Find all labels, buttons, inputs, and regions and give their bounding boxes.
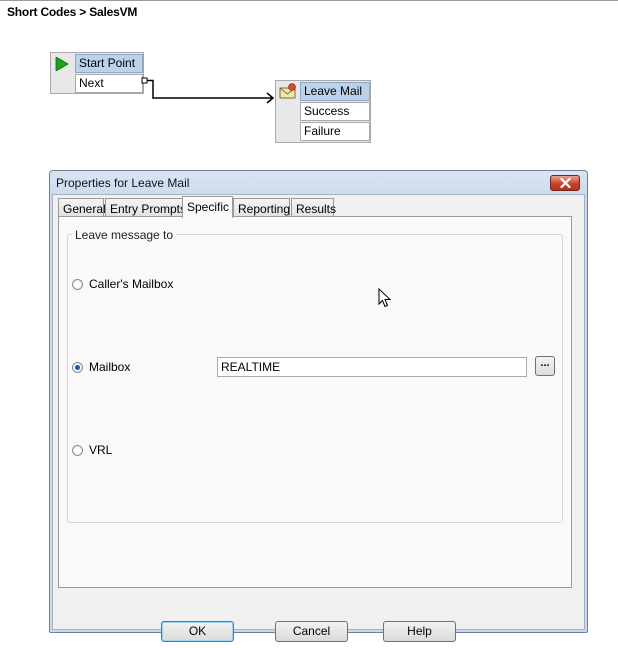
tab-panel-specific: Leave message to Caller's Mailbox Mailbo…: [58, 216, 572, 588]
help-button[interactable]: Help: [383, 621, 456, 642]
start-point-title: Start Point: [75, 54, 143, 73]
leave-mail-title: Leave Mail: [300, 82, 370, 101]
option-vrl[interactable]: VRL: [72, 443, 112, 457]
mailbox-input[interactable]: [217, 357, 527, 377]
tab-specific[interactable]: Specific: [182, 196, 233, 218]
start-point-node[interactable]: Start Point Next: [50, 52, 144, 94]
radio-mailbox[interactable]: [72, 361, 83, 373]
top-divider: [0, 0, 618, 1]
dialog-client: General Entry Prompts Specific Reporting…: [52, 194, 585, 642]
tab-results[interactable]: Results: [291, 198, 336, 217]
tab-entry-prompts[interactable]: Entry Prompts: [105, 198, 186, 217]
dialog-title: Properties for Leave Mail: [56, 176, 190, 190]
option-label: Mailbox: [89, 360, 131, 374]
option-label: VRL: [89, 443, 113, 457]
radio-callers-mailbox[interactable]: [72, 278, 83, 290]
close-icon: [560, 178, 571, 188]
cancel-button[interactable]: Cancel: [275, 621, 348, 642]
tab-general[interactable]: General: [58, 198, 106, 217]
close-button[interactable]: [550, 175, 580, 191]
breadcrumb: Short Codes > SalesVM: [7, 5, 138, 19]
flow-connector: [141, 77, 275, 104]
properties-dialog: Properties for Leave Mail General Entry …: [49, 170, 588, 642]
option-callers-mailbox[interactable]: Caller's Mailbox: [72, 277, 173, 291]
leave-mail-node[interactable]: Leave Mail Success Failure: [275, 80, 371, 143]
ok-button[interactable]: OK: [161, 621, 234, 642]
tab-reporting[interactable]: Reporting: [233, 198, 290, 217]
play-icon: [55, 56, 69, 74]
option-mailbox[interactable]: Mailbox: [72, 360, 130, 374]
port-failure[interactable]: Failure: [300, 122, 370, 141]
port-success[interactable]: Success: [300, 102, 370, 121]
mail-icon: [278, 83, 298, 104]
radio-vrl[interactable]: [72, 444, 83, 456]
group-label: Leave message to: [72, 228, 177, 242]
port-next[interactable]: Next: [75, 74, 143, 93]
option-label: Caller's Mailbox: [89, 277, 174, 291]
mouse-cursor-icon: [378, 288, 392, 308]
browse-button[interactable]: ...: [535, 356, 555, 376]
